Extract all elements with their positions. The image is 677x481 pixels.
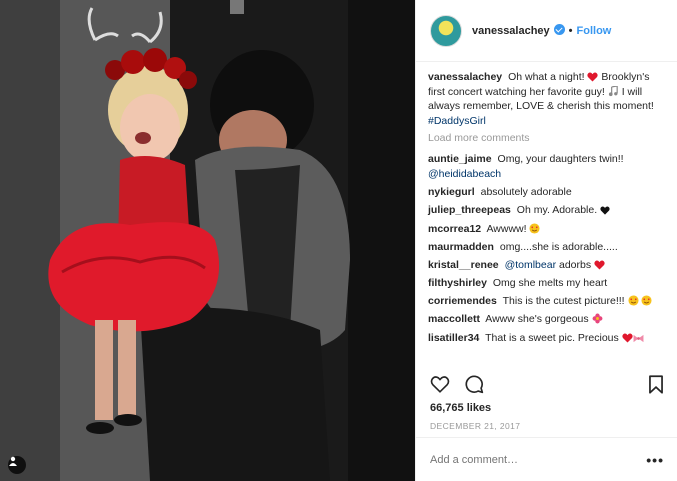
comment-text: Oh my. Adorable. — [516, 204, 598, 217]
load-more-comments[interactable]: Load more comments — [428, 132, 668, 144]
follow-button[interactable]: Follow — [577, 25, 612, 37]
comment-mention[interactable]: @tomlbear — [505, 259, 557, 271]
header-username-row: vanessalachey • Follow — [472, 24, 611, 37]
comment-text: Awww she's gorgeous — [485, 313, 589, 326]
comments-list: vanessalachey Oh what a night! Brooklyn'… — [416, 70, 677, 349]
separator-dot: • — [568, 25, 573, 37]
caption-hashtag[interactable]: #DaddysGirl — [428, 115, 486, 127]
music-note-emoji-icon — [608, 85, 618, 96]
caption-username[interactable]: vanessalachey — [428, 71, 502, 83]
post-date: DECEMBER 21, 2017 — [430, 421, 521, 431]
comment-text: adorbs — [559, 258, 592, 271]
flower-emoji-icon — [592, 314, 603, 324]
instagram-post: vanessalachey • Follow vanessalachey Oh wh… — [0, 0, 677, 481]
caption: vanessalachey Oh what a night! Brooklyn'… — [428, 70, 668, 128]
add-comment-input[interactable] — [430, 453, 647, 466]
photo-illustration — [0, 0, 415, 481]
heart-icon[interactable] — [430, 375, 450, 393]
comment-item: kristal__renee @tomlbear adorbs — [428, 258, 668, 273]
post-side-panel: vanessalachey • Follow vanessalachey Oh wh… — [415, 0, 677, 481]
post-header: vanessalachey • Follow — [416, 0, 677, 62]
comment-text: absolutely adorable — [480, 186, 572, 199]
comment-icon[interactable] — [464, 374, 484, 394]
add-comment-bar: ••• — [416, 437, 677, 481]
heart-emoji-icon — [594, 260, 605, 270]
header-username[interactable]: vanessalachey — [472, 25, 550, 37]
likes-count[interactable]: 66,765 likes — [430, 402, 491, 414]
heart-eyes-emoji-icon — [627, 295, 639, 306]
comment-username[interactable]: nykiegurl — [428, 186, 475, 198]
person-tag-icon[interactable] — [8, 456, 26, 474]
avatar[interactable] — [430, 14, 462, 47]
verified-badge-icon — [553, 24, 565, 35]
comment-item: mcorrea12 Awwww! — [428, 222, 668, 237]
comment-item: corriemendes This is the cutest picture!… — [428, 294, 668, 309]
post-photo[interactable] — [0, 0, 415, 481]
comment-username[interactable]: lisatiller34 — [428, 332, 479, 344]
comment-text: That is a sweet pic. Precious — [485, 331, 619, 344]
comment-item: maccollett Awww she's gorgeous — [428, 312, 668, 327]
heart-emoji-icon — [622, 333, 633, 343]
comment-text: omg....she is adorable..... — [499, 240, 618, 253]
heart-emoji-icon — [587, 72, 599, 82]
black-heart-emoji-icon — [600, 206, 610, 215]
comment-item: juliep_threepeas Oh my. Adorable. — [428, 203, 668, 218]
comment-username[interactable]: maurmadden — [428, 241, 494, 253]
comment-username[interactable]: maccollett — [428, 313, 480, 325]
comment-username[interactable]: mcorrea12 — [428, 223, 481, 235]
comment-username[interactable]: juliep_threepeas — [428, 204, 511, 216]
comment-item: lisatiller34 That is a sweet pic. Precio… — [428, 331, 668, 346]
caption-text-1: Oh what a night! — [508, 71, 585, 83]
comment-text: This is the cutest picture!!! — [502, 295, 625, 308]
comment-item: auntie_jaime Omg, your daughters twin!! … — [428, 152, 668, 181]
ribbon-emoji-icon — [633, 334, 644, 342]
heart-eyes-emoji-icon — [641, 295, 652, 306]
comment-username[interactable]: filthyshirley — [428, 277, 487, 289]
comment-username[interactable]: corriemendes — [428, 295, 497, 307]
comment-item: nykiegurl absolutely adorable — [428, 185, 668, 200]
more-options-button[interactable]: ••• — [646, 452, 664, 468]
comment-item: maurmadden omg....she is adorable..... — [428, 240, 668, 255]
comment-mention[interactable]: @heididabeach — [428, 168, 501, 180]
comment-text: Awwww! — [486, 222, 527, 235]
comment-item: filthyshirley Omg she melts my heart — [428, 276, 668, 291]
post-actions — [416, 368, 677, 400]
comment-username[interactable]: auntie_jaime — [428, 153, 492, 165]
heart-eyes-emoji-icon — [529, 222, 540, 234]
bookmark-icon[interactable] — [648, 374, 664, 394]
comment-text: Omg, your daughters twin!! — [497, 153, 624, 166]
comment-username[interactable]: kristal__renee — [428, 259, 499, 271]
comment-text: Omg she melts my heart — [492, 277, 608, 290]
